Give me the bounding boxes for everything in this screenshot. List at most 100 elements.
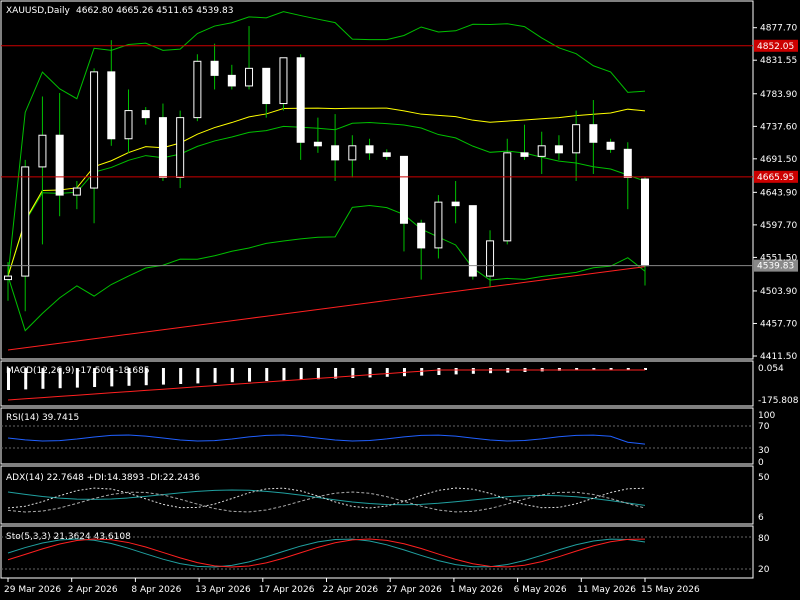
candle[interactable] bbox=[90, 71, 99, 189]
date-tick: 2 Apr 2026 bbox=[68, 585, 118, 595]
price-tick: 4551.50 bbox=[760, 253, 797, 263]
candle[interactable] bbox=[348, 145, 357, 161]
price-panel[interactable]: XAUUSD,Daily 4662.80 4665.26 4511.65 453… bbox=[0, 0, 798, 360]
candle[interactable] bbox=[38, 134, 47, 168]
macd-bar bbox=[41, 368, 45, 389]
macd-bar bbox=[24, 368, 28, 390]
candle[interactable] bbox=[296, 57, 305, 143]
candle[interactable] bbox=[72, 187, 81, 196]
candle[interactable] bbox=[365, 145, 374, 154]
macd-bar bbox=[299, 368, 303, 380]
date-axis[interactable]: 29 Mar 2026 2 Apr 2026 8 Apr 2026 13 Apr 20… bbox=[4, 578, 700, 595]
date-tick: 13 Apr 2026 bbox=[195, 585, 251, 595]
bollinger-line bbox=[7, 122, 646, 277]
date-tick: 15 May 2026 bbox=[641, 585, 700, 595]
adx-label: ADX(14) 22.7648 +DI:14.3893 -DI:22.2436 bbox=[6, 473, 200, 483]
price-tick: 4457.70 bbox=[760, 319, 797, 329]
candle[interactable] bbox=[434, 201, 443, 249]
macd-bar bbox=[230, 368, 234, 383]
macd-bar bbox=[385, 368, 389, 377]
candle[interactable] bbox=[107, 71, 116, 140]
rsi-label: RSI(14) 39.7415 bbox=[6, 413, 79, 423]
macd-panel[interactable]: MACD(12,26,9) -17.506 -18.685 0.054 -175… bbox=[0, 360, 799, 407]
candle[interactable] bbox=[176, 117, 185, 178]
macd-tick: -175.808 bbox=[758, 396, 799, 406]
stochastic-panel[interactable]: Sto(5,3,3) 21.3624 43.6108 80 20 bbox=[0, 525, 770, 579]
adx-panel[interactable]: ADX(14) 22.7648 +DI:14.3893 -DI:22.2436 … bbox=[0, 465, 770, 525]
adx-line bbox=[7, 489, 646, 506]
candle[interactable] bbox=[606, 141, 615, 150]
candle[interactable] bbox=[245, 67, 254, 87]
macd-bar bbox=[437, 368, 441, 375]
sto-main-line bbox=[7, 538, 646, 568]
price-tick: 4643.90 bbox=[760, 188, 797, 198]
price-tick: 4691.50 bbox=[760, 155, 797, 165]
macd-bar bbox=[110, 368, 114, 387]
date-tick: 1 May 2026 bbox=[450, 585, 503, 595]
rsi-line bbox=[7, 434, 646, 445]
adx-tick: 6 bbox=[758, 513, 764, 523]
candles[interactable] bbox=[4, 26, 649, 312]
rsi-panel[interactable]: RSI(14) 39.7415 100 70 30 0 bbox=[0, 407, 775, 468]
date-tick: 22 Apr 2026 bbox=[323, 585, 379, 595]
candle[interactable] bbox=[124, 110, 133, 140]
price-tick: 4737.60 bbox=[760, 122, 797, 132]
candle[interactable] bbox=[313, 141, 322, 147]
candle[interactable] bbox=[572, 124, 581, 154]
candle[interactable] bbox=[520, 152, 529, 157]
price-tick: 4877.70 bbox=[760, 24, 797, 34]
symbol-label: XAUUSD,Daily bbox=[6, 6, 70, 16]
candle[interactable] bbox=[227, 74, 236, 87]
adx-tick: 50 bbox=[758, 473, 770, 483]
macd-bar bbox=[471, 368, 475, 374]
price-tick: 4411.50 bbox=[760, 352, 797, 362]
horizontal-lines[interactable]: 4852.054665.954539.83 bbox=[1, 39, 798, 272]
rsi-tick: 70 bbox=[758, 422, 770, 432]
macd-bar bbox=[282, 368, 286, 381]
candle[interactable] bbox=[554, 145, 563, 154]
candle[interactable] bbox=[503, 152, 512, 242]
trading-chart[interactable]: XAUUSD,Daily 4662.80 4665.26 4511.65 453… bbox=[0, 0, 800, 600]
candle[interactable] bbox=[193, 60, 202, 119]
candle[interactable] bbox=[210, 60, 219, 76]
candle[interactable] bbox=[141, 110, 150, 119]
candle[interactable] bbox=[417, 222, 426, 249]
macd-bar bbox=[368, 368, 372, 378]
candle[interactable] bbox=[382, 152, 391, 157]
candle[interactable] bbox=[279, 57, 288, 105]
candle[interactable] bbox=[486, 240, 495, 277]
macd-bar bbox=[161, 368, 165, 385]
ohlc-label: 4662.80 4665.26 4511.65 4539.83 bbox=[76, 6, 233, 16]
candle[interactable] bbox=[4, 275, 12, 281]
macd-bar bbox=[316, 368, 320, 380]
candle[interactable] bbox=[623, 148, 632, 178]
candle[interactable] bbox=[158, 117, 167, 178]
candle[interactable] bbox=[21, 166, 30, 277]
candle[interactable] bbox=[451, 201, 460, 207]
rsi-tick: 0 bbox=[758, 458, 764, 468]
candle[interactable] bbox=[55, 134, 64, 196]
macd-bar bbox=[179, 368, 183, 384]
hline-label: 4852.05 bbox=[757, 42, 794, 52]
macd-bar bbox=[213, 368, 217, 383]
macd-bar bbox=[489, 368, 493, 374]
candle[interactable] bbox=[399, 155, 408, 224]
plus-di-line bbox=[7, 487, 646, 509]
date-tick: 11 May 2026 bbox=[577, 585, 636, 595]
rsi-tick: 30 bbox=[758, 446, 770, 456]
ma-yellow bbox=[7, 107, 646, 277]
candle[interactable] bbox=[589, 124, 598, 143]
candle[interactable] bbox=[537, 145, 546, 157]
ma-red bbox=[7, 266, 646, 351]
price-tick: 4597.70 bbox=[760, 221, 797, 231]
price-scale[interactable]: 4877.70 4831.55 4783.90 4737.60 4691.50 4643.… bbox=[753, 24, 797, 362]
candle[interactable] bbox=[262, 67, 271, 105]
candle[interactable] bbox=[641, 178, 649, 267]
macd-tick: 0.054 bbox=[758, 364, 784, 374]
bollinger-bands bbox=[7, 11, 646, 332]
candle[interactable] bbox=[331, 145, 340, 161]
macd-bar bbox=[75, 368, 79, 388]
minus-di-line bbox=[7, 491, 646, 513]
date-tick: 29 Mar 2026 bbox=[4, 585, 61, 595]
macd-bar bbox=[265, 368, 269, 381]
